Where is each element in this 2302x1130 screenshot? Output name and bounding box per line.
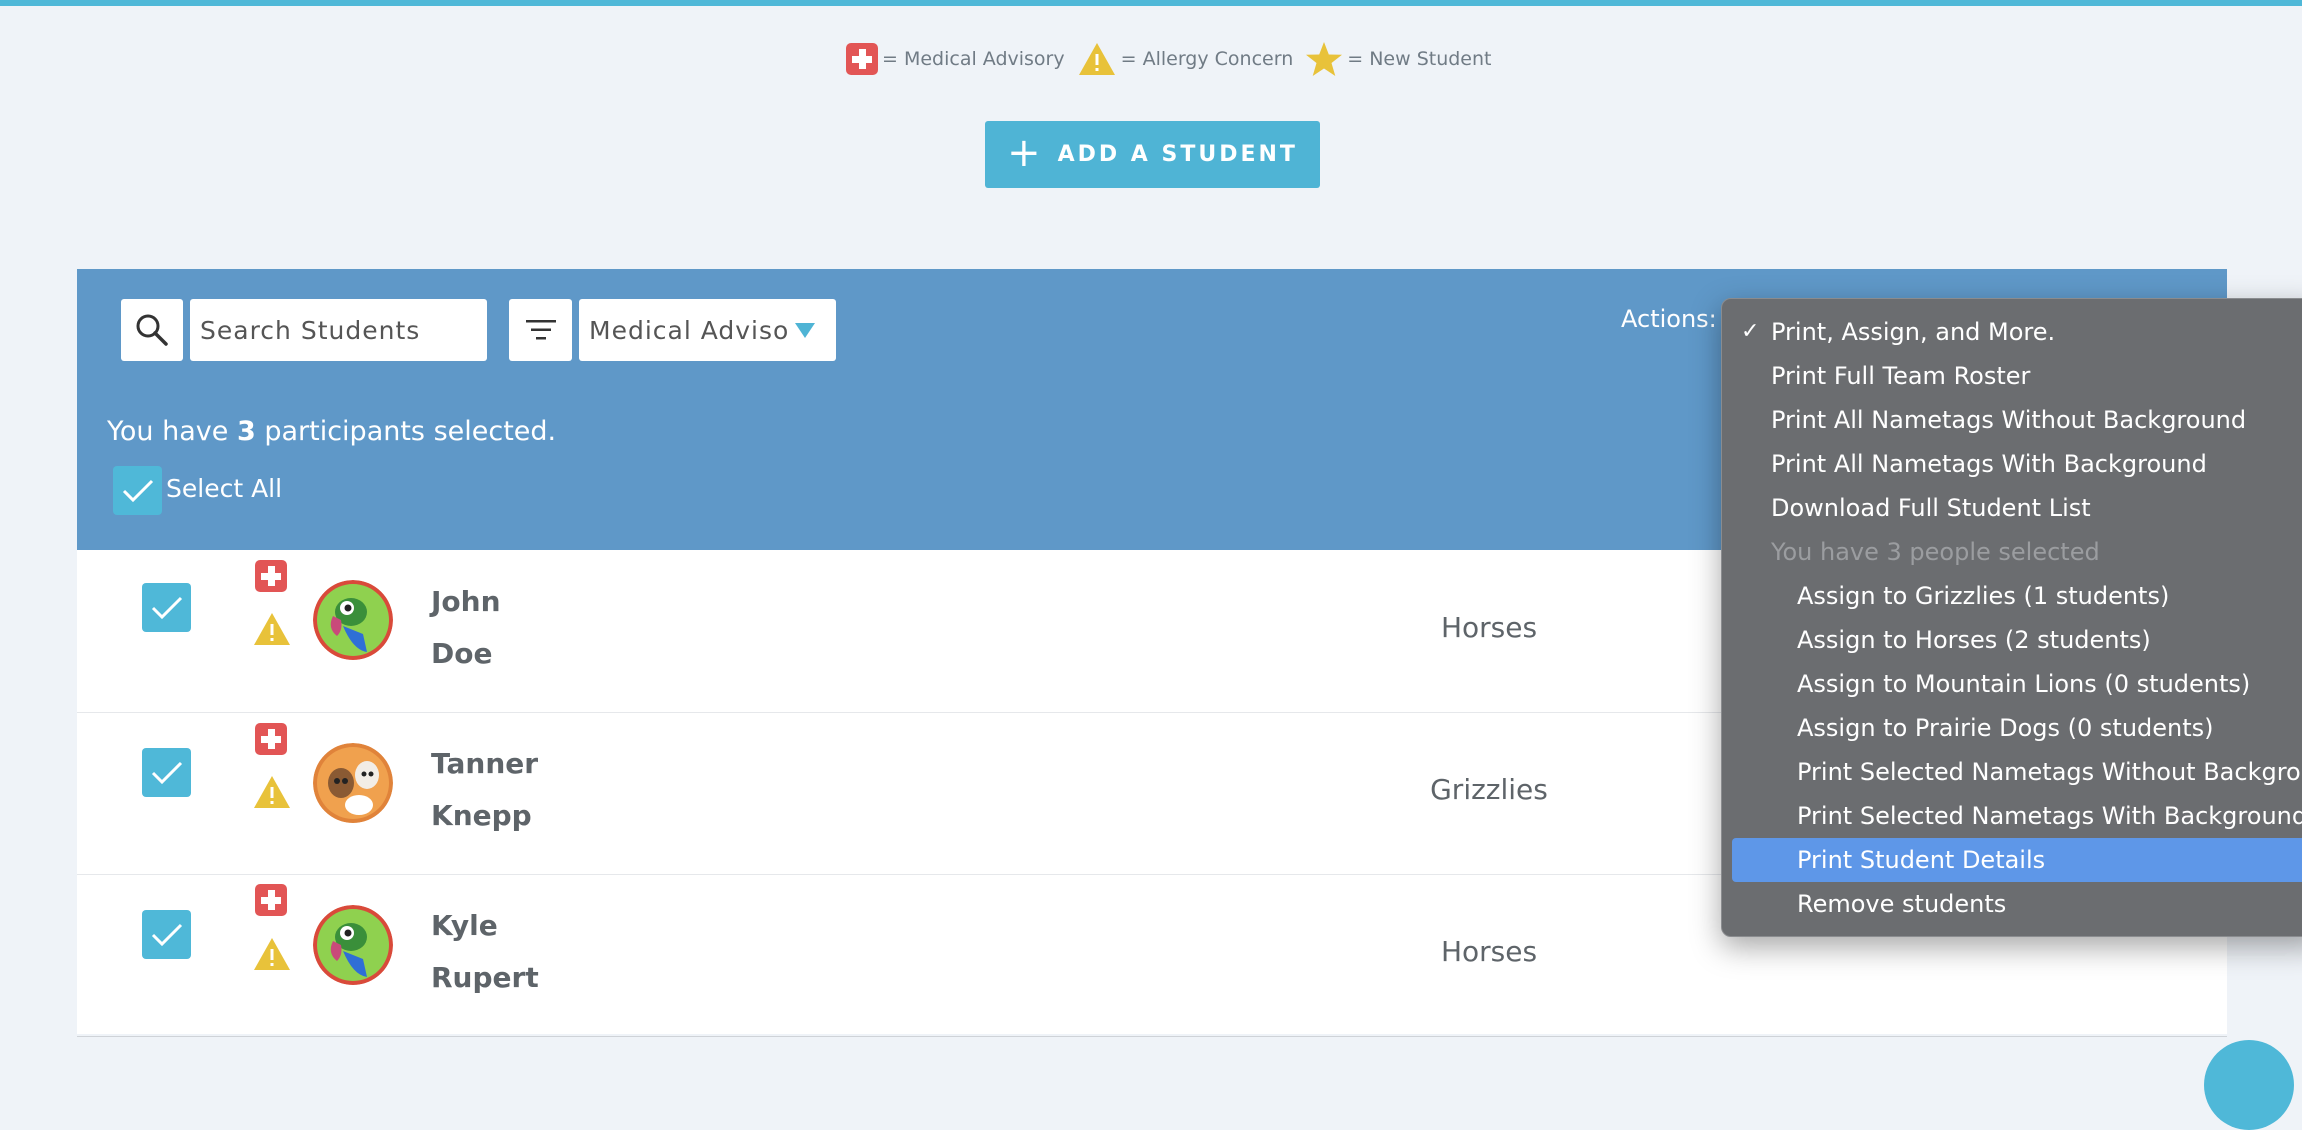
allergy-warning-icon [252, 936, 292, 976]
allergy-warning-icon [252, 611, 292, 651]
student-first-name: Kyle [431, 909, 498, 942]
selected-count: 3 [236, 416, 256, 447]
checkmark-icon [151, 923, 182, 946]
actions-label: Actions: [1621, 305, 1717, 333]
checkmark-icon [151, 596, 182, 619]
avatar [313, 905, 393, 985]
menu-item-print-selected-nametags-with-background[interactable]: Print Selected Nametags With Background [1722, 794, 2302, 838]
menu-item-print-selected-nametags-without-background[interactable]: Print Selected Nametags Without Backgrou… [1722, 750, 2302, 794]
student-last-name: Doe [431, 637, 493, 670]
menu-item-print-student-details[interactable]: Print Student Details [1732, 838, 2302, 882]
menu-item-print-all-nametags-without-background[interactable]: Print All Nametags Without Background [1722, 398, 2302, 442]
add-student-label: ADD A STUDENT [1057, 142, 1298, 167]
medical-advisory-icon [255, 560, 287, 592]
legend-new-label: = New Student [1347, 48, 1492, 70]
search-button[interactable] [121, 299, 183, 361]
icon-legend: = Medical Advisory = Allergy Concern = N… [846, 40, 1504, 78]
search-icon [136, 314, 168, 346]
allergy-warning-icon [252, 774, 292, 814]
menu-group-header-selected: You have 3 people selected [1771, 538, 2100, 566]
checkmark-icon [151, 761, 182, 784]
menu-item-remove-students[interactable]: Remove students [1722, 882, 2302, 926]
menu-item-assign-grizzlies[interactable]: Assign to Grizzlies (1 students) [1722, 574, 2302, 618]
student-name[interactable]: Tanner Knepp [431, 738, 538, 842]
caret-down-icon [795, 322, 816, 338]
add-student-button[interactable]: + ADD A STUDENT [985, 121, 1320, 188]
medical-advisory-icon [255, 723, 287, 755]
top-accent-bar [0, 0, 2302, 6]
new-student-star-icon [1305, 41, 1343, 77]
student-first-name: Tanner [431, 747, 539, 780]
select-all-checkbox[interactable] [113, 466, 162, 515]
menu-item-print-all-nametags-with-background[interactable]: Print All Nametags With Background [1722, 442, 2302, 486]
filter-button[interactable] [509, 299, 572, 361]
student-last-name: Knepp [431, 799, 532, 832]
row-checkbox[interactable] [142, 583, 191, 632]
student-team: Grizzlies [1430, 773, 1548, 806]
filter-icon [525, 320, 556, 340]
plus-icon: + [1007, 129, 1044, 176]
search-students-input[interactable] [190, 299, 487, 361]
actions-dropdown-menu[interactable]: ✓ Print, Assign, and More. Print Full Te… [1721, 298, 2302, 937]
menu-item-assign-mountain-lions[interactable]: Assign to Mountain Lions (0 students) [1722, 662, 2302, 706]
select-all-label: Select All [166, 474, 283, 503]
menu-item-assign-horses[interactable]: Assign to Horses (2 students) [1722, 618, 2302, 662]
student-name[interactable]: John Doe [431, 576, 501, 680]
student-first-name: John [431, 585, 501, 618]
student-name[interactable]: Kyle Rupert [431, 900, 539, 1004]
selection-summary: You have 3 participants selected. [107, 416, 557, 447]
allergy-warning-icon [1077, 41, 1117, 77]
student-team: Horses [1440, 935, 1538, 968]
avatar [313, 580, 393, 660]
filter-select[interactable]: Medical Adviso [579, 299, 836, 361]
menu-item-print-assign-more[interactable]: ✓ Print, Assign, and More. [1722, 310, 2302, 354]
legend-allergy-label: = Allergy Concern [1120, 48, 1294, 70]
student-last-name: Rupert [431, 961, 539, 994]
menu-item-download-full-student-list[interactable]: Download Full Student List [1722, 486, 2302, 530]
filter-select-value: Medical Adviso [589, 315, 790, 345]
chat-widget-button[interactable] [2204, 1040, 2294, 1130]
menu-item-assign-prairie-dogs[interactable]: Assign to Prairie Dogs (0 students) [1722, 706, 2302, 750]
checkmark-icon [122, 479, 153, 502]
legend-medical-label: = Medical Advisory [882, 48, 1065, 70]
checkmark-icon: ✓ [1741, 319, 1760, 344]
row-checkbox[interactable] [142, 748, 191, 797]
medical-advisory-icon [255, 884, 287, 916]
student-team: Horses [1440, 611, 1538, 644]
row-checkbox[interactable] [142, 910, 191, 959]
menu-item-print-full-team-roster[interactable]: Print Full Team Roster [1722, 354, 2302, 398]
medical-advisory-icon [846, 43, 878, 75]
avatar [313, 743, 393, 823]
